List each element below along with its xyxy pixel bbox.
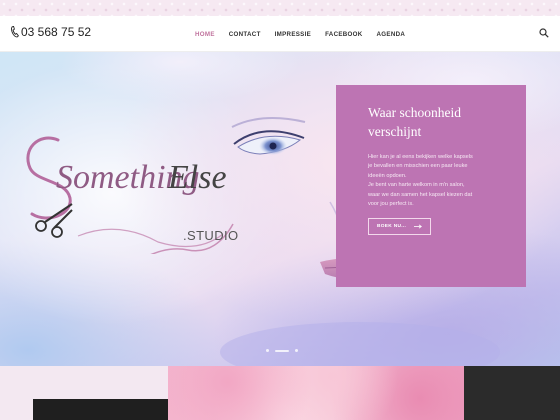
- slider-dots: [266, 349, 298, 352]
- promo-text-line: je bevallen en misschien een paar leuke: [368, 163, 468, 170]
- promo-text-line: voor jou perfect is.: [368, 201, 414, 208]
- feature-tiles: [0, 366, 560, 420]
- promo-text-line: waar we dan samen het kapsel kiezen dat: [368, 191, 473, 198]
- main-nav: HOME CONTACT IMPRESSIE FACEBOOK AGENDA: [195, 16, 405, 52]
- top-decorative-strip: [0, 0, 560, 16]
- arrow-right-icon: [414, 224, 423, 229]
- phone-number[interactable]: 03 568 75 52: [10, 25, 91, 39]
- nav-facebook[interactable]: FACEBOOK: [325, 31, 362, 38]
- logo-text-else: Else: [167, 159, 227, 196]
- site-header: 03 568 75 52 HOME CONTACT IMPRESSIE FACE…: [0, 16, 560, 52]
- promo-title: Waar schoonheid verschijnt: [368, 105, 462, 139]
- hero-slider: Something Else .STUDIO Waar schoonheid v…: [0, 52, 560, 366]
- lace-pattern: [0, 0, 560, 16]
- nav-impressie[interactable]: IMPRESSIE: [275, 31, 311, 38]
- nav-home[interactable]: HOME: [195, 31, 215, 38]
- feature-tile-dark: [464, 366, 560, 420]
- promo-text: Hier kan je al eens bekijken welke kapse…: [368, 153, 508, 209]
- search-icon[interactable]: [539, 28, 549, 38]
- book-now-button[interactable]: BOEK NU...: [368, 218, 432, 236]
- feature-tile-flower-image: [168, 366, 464, 420]
- book-now-label: BOEK NU...: [377, 224, 407, 230]
- promo-card: Waar schoonheid verschijnt Hier kan je a…: [336, 85, 526, 287]
- slider-dot[interactable]: [295, 349, 298, 352]
- phone-icon: [11, 26, 19, 38]
- slider-dot[interactable]: [266, 349, 269, 352]
- nav-contact[interactable]: CONTACT: [229, 31, 261, 38]
- feature-tile-dark-bar: [33, 399, 168, 420]
- nav-agenda[interactable]: AGENDA: [377, 31, 406, 38]
- promo-text-line: Je bent van harte welkom in m'n salon,: [368, 182, 465, 189]
- promo-text-line: Hier kan je al eens bekijken welke kapse…: [368, 154, 473, 160]
- phone-number-text: 03 568 75 52: [21, 25, 92, 39]
- slider-dot-active[interactable]: [275, 349, 289, 352]
- promo-text-line: ideeën opdoen.: [368, 172, 407, 179]
- studio-label: .STUDIO: [183, 228, 239, 243]
